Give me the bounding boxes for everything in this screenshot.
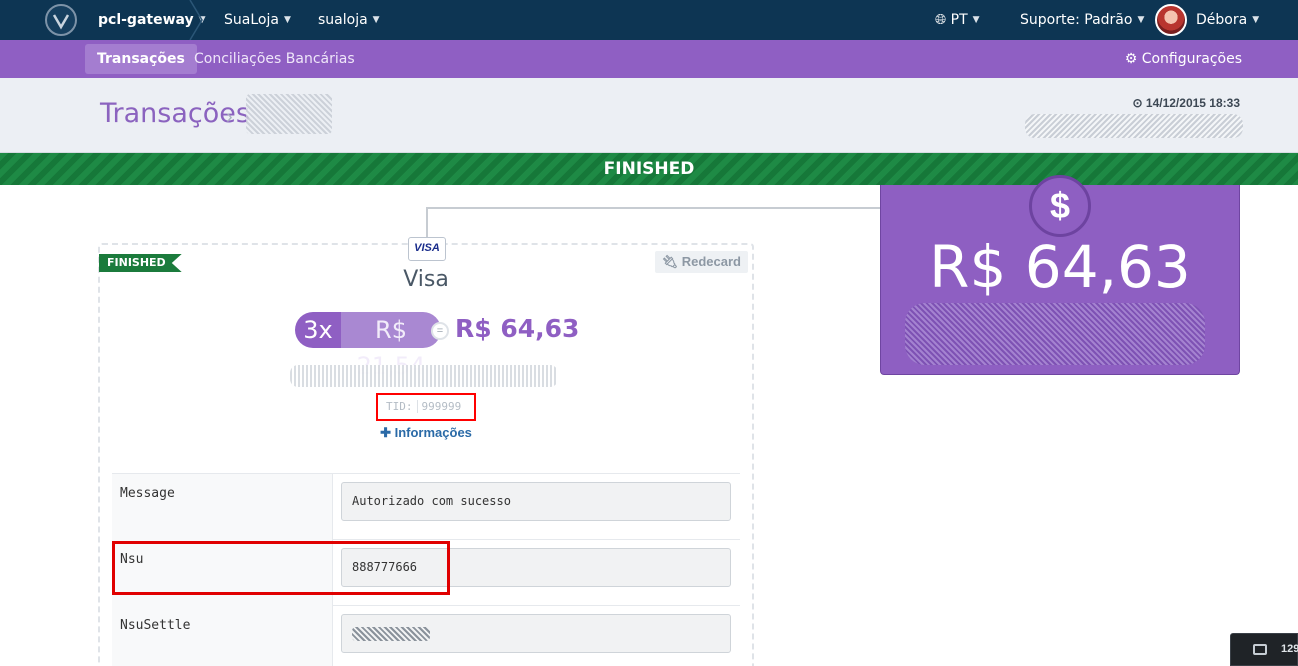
- app-root: pcl-gateway ▼ SuaLoja ▼ sualoja ▼ 🌐︎ PT ▼ Su…: [0, 0, 1298, 666]
- redacted-card-info: [290, 365, 558, 387]
- avatar[interactable]: [1155, 4, 1187, 36]
- status-banner: FINISHED: [0, 153, 1298, 185]
- clock-icon: ⊙: [1132, 96, 1143, 110]
- chevron-down-icon: ▼: [372, 15, 380, 25]
- amount-panel: $ R$ 64,63: [880, 175, 1240, 375]
- installment-value: R$ 21,54: [341, 312, 441, 380]
- user-menu[interactable]: Débora ▼: [1196, 0, 1259, 40]
- status-text: FINISHED: [603, 159, 695, 179]
- connector-line: [426, 207, 428, 239]
- table-row: Message Autorizado com sucesso: [112, 474, 740, 540]
- inbox-icon: [1253, 644, 1267, 655]
- amount-total: R$ 64,63: [929, 233, 1191, 301]
- gear-icon: ⚙: [1124, 51, 1138, 67]
- tab-transacoes[interactable]: Transações: [85, 44, 197, 74]
- plug-icon: 🔌︎: [661, 254, 679, 269]
- account-name: sualoja: [318, 12, 368, 28]
- visa-logo-icon: VISA: [408, 237, 446, 261]
- user-name: Débora: [1196, 12, 1248, 28]
- datetime-text: 14/12/2015 18:33: [1145, 96, 1240, 110]
- chevron-down-icon: ▼: [972, 15, 980, 25]
- globe-icon: 🌐︎: [935, 12, 947, 28]
- tid-field: TID: 999999: [376, 393, 476, 421]
- language-switcher[interactable]: 🌐︎ PT ▼: [935, 0, 980, 40]
- tid-value: 999999: [416, 400, 462, 413]
- store-name: SuaLoja: [224, 12, 279, 28]
- support-switcher[interactable]: Suporte: Padrão ▼: [1020, 0, 1144, 40]
- redacted-nsusettle: [352, 626, 430, 641]
- acquirer-badge: 🔌︎ Redecard: [654, 251, 748, 273]
- chevron-right-icon: ›: [226, 106, 233, 128]
- chevron-down-icon: ▼: [1252, 15, 1260, 25]
- settings-label: Configurações: [1141, 51, 1242, 67]
- visa-logo-text: VISA: [414, 242, 440, 254]
- chevron-down-icon: ▼: [283, 15, 291, 25]
- connector-line: [426, 207, 882, 209]
- detail-value-field[interactable]: [341, 614, 731, 653]
- breadcrumb-separator-icon: [189, 0, 203, 40]
- store-switcher[interactable]: SuaLoja ▼: [224, 0, 291, 40]
- detail-value-field[interactable]: Autorizado com sucesso: [341, 482, 731, 521]
- sub-navbar: Transações Conciliações Bancárias ⚙ Conf…: [0, 40, 1298, 78]
- table-row: NsuSettle: [112, 606, 740, 666]
- redacted-amount-info: [905, 303, 1205, 365]
- redacted-header-info: [1025, 114, 1243, 138]
- dollar-icon: $: [1029, 175, 1091, 237]
- detail-label: Message: [112, 474, 333, 540]
- plus-icon: ✚: [380, 425, 391, 440]
- tid-label: TID:: [386, 400, 413, 413]
- transaction-datetime: ⊙ 14/12/2015 18:33: [1133, 96, 1241, 110]
- installments-total: R$ 64,63: [455, 314, 580, 343]
- notification-tray[interactable]: 129: [1230, 633, 1298, 666]
- page-header: Transações › ⊙ 14/12/2015 18:33: [0, 78, 1298, 153]
- highlight-box: [112, 541, 450, 595]
- tray-count: 129: [1281, 643, 1298, 655]
- top-navbar: pcl-gateway ▼ SuaLoja ▼ sualoja ▼ 🌐︎ PT ▼ Su…: [0, 0, 1298, 40]
- tab-conciliacoes-bancarias[interactable]: Conciliações Bancárias: [182, 44, 367, 74]
- redacted-transaction-id: [246, 94, 332, 134]
- settings-link[interactable]: ⚙ Configurações: [1125, 44, 1242, 74]
- installments-count: 3x: [295, 312, 341, 348]
- payment-card: FINISHED VISA Visa 🔌︎ Redecard 3x R$ 21,…: [98, 237, 754, 666]
- app-logo-icon[interactable]: [45, 4, 77, 36]
- more-info-link[interactable]: ✚ Informações: [100, 425, 752, 441]
- detail-label: NsuSettle: [112, 606, 333, 666]
- support-label: Suporte:: [1020, 12, 1080, 28]
- account-switcher[interactable]: sualoja ▼: [318, 0, 380, 40]
- language-label: PT: [950, 12, 968, 28]
- acquirer-name: Redecard: [681, 254, 741, 269]
- app-name: pcl-gateway: [98, 12, 194, 28]
- support-value: Padrão: [1084, 12, 1133, 28]
- equals-icon: =: [431, 322, 449, 340]
- chevron-down-icon: ▼: [1137, 15, 1145, 25]
- more-info-label: Informações: [394, 425, 472, 440]
